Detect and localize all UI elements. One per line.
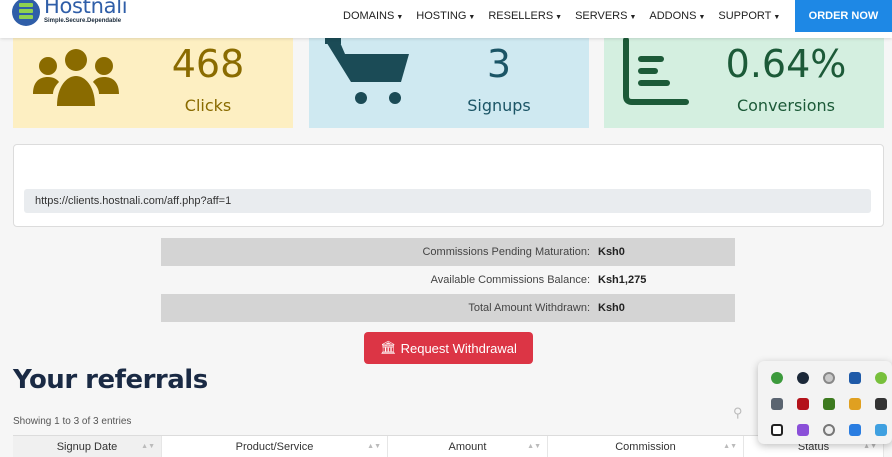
server-logo-icon bbox=[12, 0, 40, 26]
column-amount[interactable]: Amount ▲▼ bbox=[388, 436, 548, 457]
chevron-down-icon: ▼ bbox=[468, 14, 476, 21]
vpn-shield-icon[interactable] bbox=[842, 417, 868, 443]
search-icon[interactable]: ⚲ bbox=[733, 405, 743, 421]
commission-value: Ksh1,275 bbox=[598, 274, 647, 286]
main-menu: DOMAINS ▼ HOSTING ▼ RESELLERS ▼ SERVERS ▼ AD… bbox=[343, 0, 793, 32]
signups-card: 3 Signups bbox=[309, 38, 589, 128]
commission-value: Ksh0 bbox=[598, 302, 625, 314]
sort-icon: ▲▼ bbox=[527, 443, 541, 450]
bank-icon: 🏛 bbox=[380, 340, 397, 355]
order-now-button[interactable]: ORDER NOW bbox=[795, 0, 892, 32]
steam-icon[interactable] bbox=[790, 365, 816, 391]
k-app-icon[interactable] bbox=[842, 365, 868, 391]
referral-link-panel: https://clients.hostnali.com/aff.php?aff… bbox=[13, 144, 884, 227]
referrals-heading: Your referrals bbox=[13, 365, 208, 395]
system-tray-popup bbox=[758, 361, 892, 444]
menu-support[interactable]: SUPPORT ▼ bbox=[718, 10, 780, 22]
blue-grid-icon[interactable] bbox=[868, 417, 892, 443]
pen-icon[interactable] bbox=[790, 417, 816, 443]
conversions-value: 0.64% bbox=[725, 42, 847, 86]
dark-app-icon[interactable] bbox=[868, 391, 892, 417]
column-commission[interactable]: Commission ▲▼ bbox=[548, 436, 744, 457]
chevron-down-icon: ▼ bbox=[629, 14, 637, 21]
chevron-down-icon: ▼ bbox=[396, 14, 404, 21]
color-palette-icon[interactable] bbox=[842, 391, 868, 417]
notion-icon[interactable] bbox=[764, 417, 790, 443]
column-signup-date[interactable]: Signup Date ▲▼ bbox=[13, 436, 162, 457]
entries-info: Showing 1 to 3 of 3 entries bbox=[13, 416, 132, 427]
menu-addons[interactable]: ADDONS ▼ bbox=[649, 10, 705, 22]
brand-name: Hostnali bbox=[44, 0, 128, 18]
commission-value: Ksh0 bbox=[598, 246, 625, 258]
menu-domains[interactable]: DOMAINS ▼ bbox=[343, 10, 403, 22]
table-row: Available Commissions Balance: Ksh1,275 bbox=[161, 266, 735, 294]
clicks-value: 468 bbox=[171, 42, 245, 86]
referral-link-field[interactable]: https://clients.hostnali.com/aff.php?aff… bbox=[24, 189, 871, 213]
referrals-table-header: Signup Date ▲▼ Product/Service ▲▼ Amount ▲▼… bbox=[13, 435, 884, 457]
chrome-like-icon[interactable] bbox=[816, 365, 842, 391]
brand-logo[interactable]: Hostnali Simple.Secure.Dependable bbox=[12, 0, 128, 28]
nvidia-icon[interactable] bbox=[816, 391, 842, 417]
commission-label: Total Amount Withdrawn: bbox=[468, 302, 590, 314]
request-withdrawal-button[interactable]: 🏛 Request Withdrawal bbox=[364, 332, 533, 364]
brand-tagline: Simple.Secure.Dependable bbox=[44, 18, 122, 24]
chevron-down-icon: ▼ bbox=[773, 14, 781, 21]
green-app-icon[interactable] bbox=[764, 365, 790, 391]
signups-label: Signups bbox=[467, 96, 531, 115]
column-product-service[interactable]: Product/Service ▲▼ bbox=[162, 436, 388, 457]
chevron-down-icon: ▼ bbox=[698, 14, 706, 21]
monitor-icon[interactable] bbox=[764, 391, 790, 417]
top-navbar: Hostnali Simple.Secure.Dependable DOMAIN… bbox=[0, 0, 892, 38]
red-app-icon[interactable] bbox=[790, 391, 816, 417]
clicks-label: Clicks bbox=[184, 96, 232, 115]
sort-icon: ▲▼ bbox=[863, 443, 877, 450]
bar-chart-icon bbox=[623, 38, 689, 105]
users-icon bbox=[33, 49, 119, 106]
signups-value: 3 bbox=[486, 42, 512, 86]
commission-summary-table: Commissions Pending Maturation: Ksh0 Ava… bbox=[161, 238, 735, 322]
request-withdrawal-label: Request Withdrawal bbox=[400, 340, 517, 356]
table-row: Total Amount Withdrawn: Ksh0 bbox=[161, 294, 735, 322]
sort-icon: ▲▼ bbox=[367, 443, 381, 450]
table-row: Commissions Pending Maturation: Ksh0 bbox=[161, 238, 735, 266]
utorrent-icon[interactable] bbox=[868, 365, 892, 391]
cart-icon bbox=[325, 38, 409, 104]
sort-icon: ▲▼ bbox=[141, 443, 155, 450]
menu-resellers[interactable]: RESELLERS ▼ bbox=[488, 10, 562, 22]
commission-label: Commissions Pending Maturation: bbox=[422, 246, 590, 258]
conversions-label: Conversions bbox=[736, 96, 836, 115]
sort-icon: ▲▼ bbox=[723, 443, 737, 450]
commission-label: Available Commissions Balance: bbox=[430, 274, 590, 286]
conversions-card: 0.64% Conversions bbox=[604, 38, 884, 128]
target-icon[interactable] bbox=[816, 417, 842, 443]
menu-servers[interactable]: SERVERS ▼ bbox=[575, 10, 636, 22]
chevron-down-icon: ▼ bbox=[555, 14, 563, 21]
menu-hosting[interactable]: HOSTING ▼ bbox=[416, 10, 475, 22]
clicks-card: 468 Clicks bbox=[13, 38, 293, 128]
